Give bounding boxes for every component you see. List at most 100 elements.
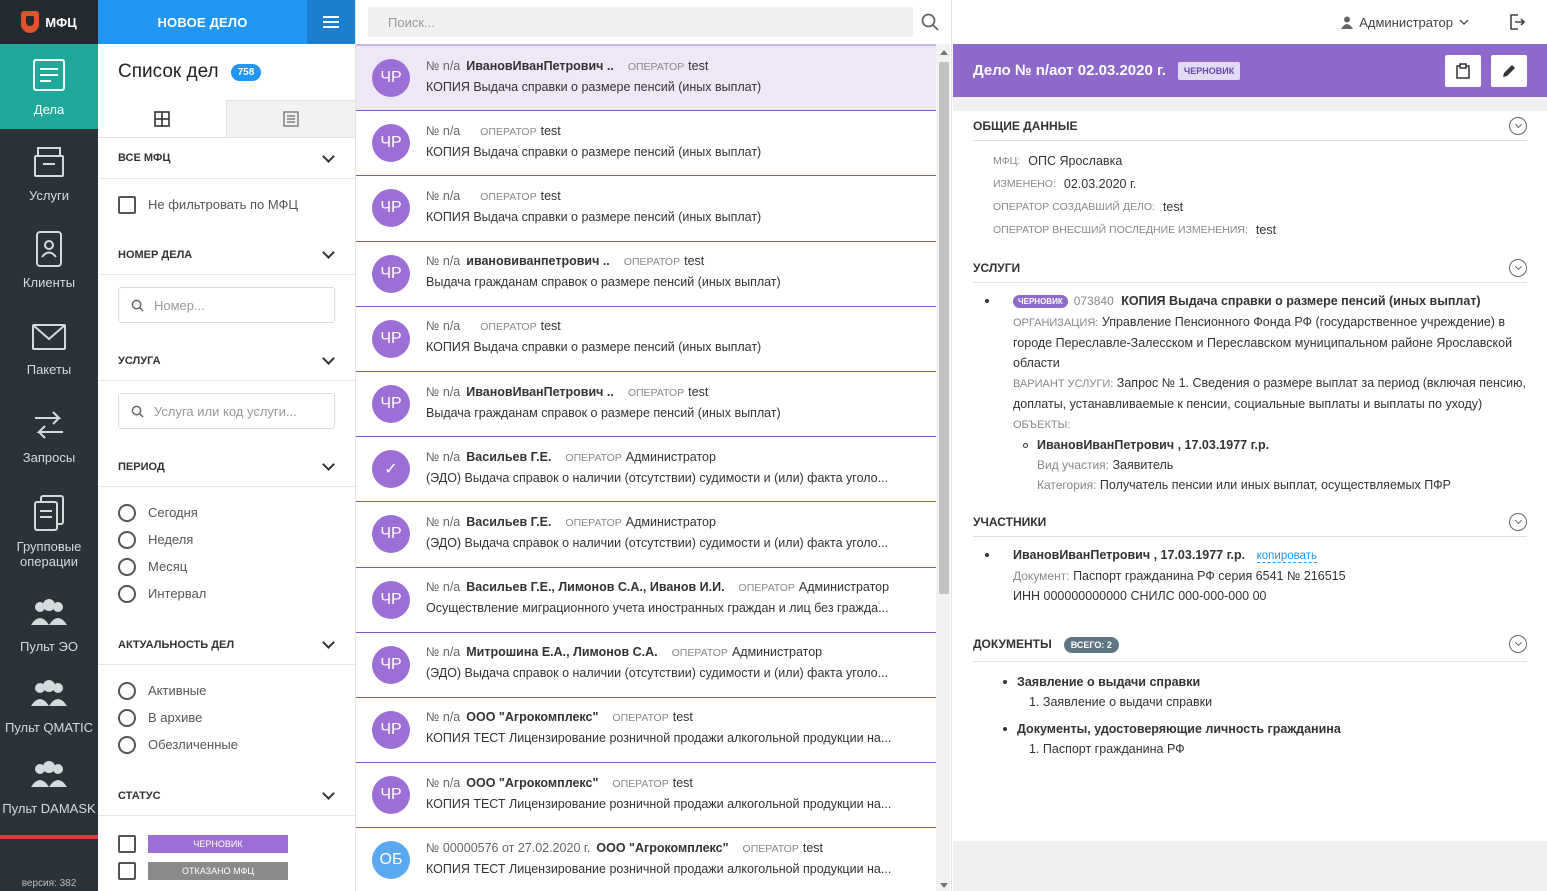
- logo[interactable]: МФЦ: [0, 0, 98, 44]
- top-bar: Администратор: [953, 0, 1547, 44]
- period-option[interactable]: Неделя: [118, 526, 335, 553]
- radio-icon: [118, 735, 136, 754]
- scroll-up-icon[interactable]: [940, 50, 948, 55]
- case-row[interactable]: ЧР № n/a Васильев Г.Е., Лимонов С.А., Иван…: [356, 568, 936, 633]
- status-option-refused[interactable]: ОТКАЗАНО МФЦ: [118, 857, 335, 884]
- case-row[interactable]: ЧР № n/a ИвановИванПетрович .. ОПЕРАТОР test…: [356, 46, 936, 112]
- copy-case-button[interactable]: [1445, 54, 1481, 87]
- case-applicant: ивановиванпетрович ..: [466, 254, 610, 269]
- case-number: № n/a: [426, 384, 461, 399]
- nav-item-cases[interactable]: Дела: [0, 44, 98, 129]
- case-row[interactable]: ЧР № n/a ОПЕРАТОР test КОПИЯ Выдача справки …: [356, 176, 936, 242]
- collapse-icon[interactable]: [1509, 116, 1527, 135]
- user-menu[interactable]: Администратор: [1341, 15, 1469, 30]
- section-documents[interactable]: ДОКУМЕНТЫ ВСЕГО: 2: [973, 626, 1527, 662]
- relevance-option[interactable]: В архиве: [118, 704, 335, 731]
- relevance-option[interactable]: Активные: [118, 677, 335, 704]
- category-value: Получатель пенсии или иных выплат, осуще…: [1099, 478, 1452, 492]
- search-icon: [131, 405, 144, 418]
- avatar: ЧР: [372, 319, 410, 358]
- edit-case-button[interactable]: [1491, 54, 1527, 87]
- tab-grid-view[interactable]: [98, 100, 226, 137]
- collapse-icon[interactable]: [1509, 512, 1527, 531]
- service-input[interactable]: Услуга или код услуги...: [118, 393, 335, 429]
- case-row[interactable]: ЧР № n/a ОПЕРАТОР test КОПИЯ Выдача справки …: [356, 111, 936, 177]
- section-title: ВСЕ МФЦ: [118, 152, 171, 164]
- no-filter-mfc-checkbox[interactable]: Не фильтровать по МФЦ: [118, 191, 335, 218]
- case-meta: № n/a ОПЕРАТОР test: [426, 124, 926, 142]
- section-participants[interactable]: УЧАСТНИКИ: [973, 507, 1527, 537]
- filter-section-number[interactable]: НОМЕР ДЕЛА: [98, 235, 355, 275]
- nav-label: Услуги: [29, 188, 69, 203]
- service-placeholder: Услуга или код услуги...: [154, 403, 297, 419]
- period-option[interactable]: Сегодня: [118, 499, 335, 526]
- document-group: Заявление о выдачи справки 1. Заявление …: [1003, 672, 1527, 712]
- case-text: № n/a ивановиванпетрович .. ОПЕРАТОР test Вы…: [426, 254, 926, 293]
- nav-item-services[interactable]: Услуги: [0, 129, 98, 216]
- menu-button[interactable]: [307, 0, 355, 44]
- case-row[interactable]: ЧР № n/a ООО "Агрокомплекс" ОПЕРАТОР test КОП…: [356, 698, 936, 764]
- nav-item-group-ops[interactable]: Групповые операции: [0, 479, 98, 583]
- operator-label: ОПЕРАТОР: [612, 777, 669, 790]
- tab-list-view[interactable]: [226, 100, 355, 137]
- operator-label: ОПЕРАТОР: [565, 516, 622, 529]
- nav-item-qmatic[interactable]: Пульт QMATIC: [0, 663, 98, 745]
- case-row[interactable]: ЧР № n/a Митрошина Е.А., Лимонов С.А. ОПЕРА…: [356, 633, 936, 698]
- case-row[interactable]: ОБ № 00000576 от 27.02.2020 г. ООО "Агроко…: [356, 828, 936, 891]
- case-row[interactable]: ЧР № n/a ивановиванпетрович .. ОПЕРАТОР test…: [356, 242, 936, 307]
- nav-item-requests[interactable]: Запросы: [0, 389, 98, 479]
- operator-name: Администратор: [625, 514, 716, 529]
- filter-section-status[interactable]: СТАТУС: [98, 776, 355, 816]
- filter-section-mfc[interactable]: ВСЕ МФЦ: [98, 138, 355, 179]
- scroll-down-icon[interactable]: [940, 883, 948, 888]
- nav-item-clients[interactable]: Клиенты: [0, 216, 98, 303]
- number-input[interactable]: Номер...: [118, 287, 335, 323]
- nav-item-eo[interactable]: Пульт ЭО: [0, 583, 98, 663]
- case-meta: № n/a Васильев Г.Е. ОПЕРАТОР Администратор: [426, 450, 926, 468]
- nav-label: Дела: [33, 102, 65, 117]
- case-number: № n/a: [426, 58, 461, 73]
- collapse-icon[interactable]: [1509, 634, 1527, 653]
- section-title: СТАТУС: [118, 789, 161, 802]
- search-icon[interactable]: [921, 13, 939, 31]
- search-input[interactable]: Поиск...: [368, 7, 913, 37]
- collapse-icon[interactable]: [1509, 258, 1527, 277]
- scroll-thumb[interactable]: [939, 62, 949, 594]
- copy-link[interactable]: копировать: [1256, 550, 1317, 563]
- nav-label: Пульт ЭО: [20, 638, 78, 654]
- radio-icon: [118, 681, 136, 700]
- relevance-option[interactable]: Обезличенные: [118, 731, 335, 758]
- operator-name: test: [540, 188, 561, 203]
- filter-section-relevance[interactable]: АКТУАЛЬНОСТЬ ДЕЛ: [98, 625, 355, 665]
- total-badge: ВСЕГО: 2: [1063, 636, 1119, 653]
- users-icon: [31, 598, 67, 625]
- radio-icon: [118, 503, 136, 522]
- case-row[interactable]: ✓ № n/a Васильев Г.Е. ОПЕРАТОР Администратор…: [356, 437, 936, 503]
- object-name: ИвановИванПетрович , 17.03.1977 г.р.: [1037, 438, 1270, 452]
- period-option[interactable]: Месяц: [118, 553, 335, 580]
- case-text: № n/a ООО "Агрокомплекс" ОПЕРАТОР test КОПИЯ…: [426, 776, 926, 815]
- section-services[interactable]: УСЛУГИ: [973, 253, 1527, 283]
- field-value: test: [1255, 222, 1277, 237]
- new-case-button[interactable]: НОВОЕ ДЕЛО: [98, 0, 307, 44]
- case-row[interactable]: ЧР № n/a ООО "Агрокомплекс" ОПЕРАТОР test КОП…: [356, 763, 936, 829]
- snils-value: 000-000-000 00: [1178, 589, 1267, 603]
- case-row[interactable]: ЧР № n/a ОПЕРАТОР test КОПИЯ Выдача справки …: [356, 307, 936, 372]
- case-row[interactable]: ЧР № n/a Васильев Г.Е. ОПЕРАТОР Администрато…: [356, 502, 936, 568]
- case-row[interactable]: ЧР № n/a ИвановИванПетрович .. ОПЕРАТОР test…: [356, 372, 936, 438]
- option-label: В архиве: [148, 710, 203, 725]
- list-icon: [283, 111, 299, 127]
- section-general[interactable]: ОБЩИЕ ДАННЫЕ: [973, 111, 1527, 141]
- logout-icon[interactable]: [1509, 14, 1525, 30]
- status-option-draft[interactable]: ЧЕРНОВИК: [118, 830, 335, 857]
- operator-name: Администратор: [798, 580, 890, 595]
- filter-section-service[interactable]: УСЛУГА: [98, 341, 355, 381]
- nav-item-damask[interactable]: Пульт DAMASK: [0, 745, 98, 825]
- filter-section-period[interactable]: ПЕРИОД: [98, 447, 355, 487]
- users-icon: [31, 679, 67, 706]
- filter-panel: НОВОЕ ДЕЛО Список дел 758 ВСЕ МФЦ Не фил…: [98, 0, 356, 891]
- nav-item-packages[interactable]: Пакеты: [0, 303, 98, 389]
- scrollbar[interactable]: [936, 44, 950, 891]
- field-label: Документ:: [1013, 569, 1070, 583]
- period-option[interactable]: Интервал: [118, 580, 335, 607]
